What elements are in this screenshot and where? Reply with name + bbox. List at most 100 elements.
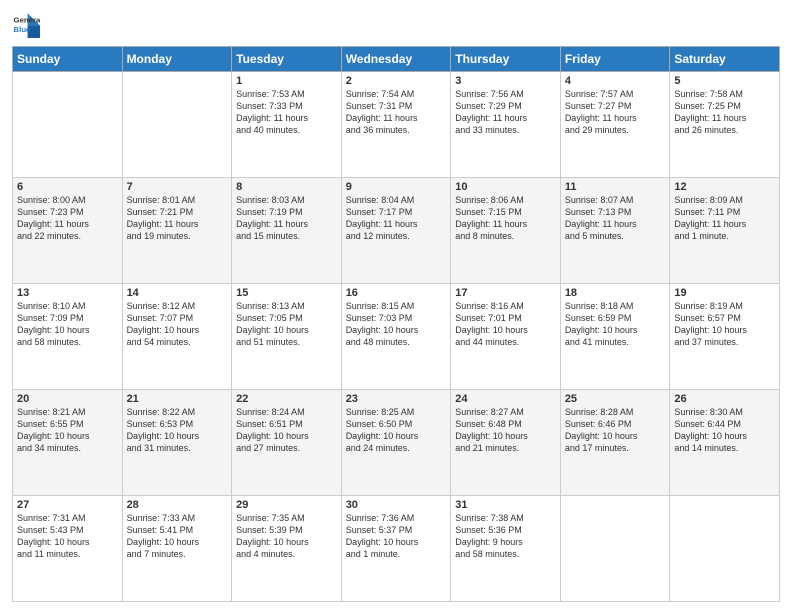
- day-info: Sunrise: 7:58 AM Sunset: 7:25 PM Dayligh…: [674, 88, 775, 137]
- day-info: Sunrise: 7:54 AM Sunset: 7:31 PM Dayligh…: [346, 88, 447, 137]
- day-info: Sunrise: 7:33 AM Sunset: 5:41 PM Dayligh…: [127, 512, 228, 561]
- day-info: Sunrise: 8:09 AM Sunset: 7:11 PM Dayligh…: [674, 194, 775, 243]
- day-number: 11: [565, 181, 666, 193]
- column-header-monday: Monday: [122, 47, 232, 72]
- day-number: 14: [127, 287, 228, 299]
- svg-text:General: General: [14, 15, 40, 24]
- day-number: 8: [236, 181, 337, 193]
- calendar-cell: 24Sunrise: 8:27 AM Sunset: 6:48 PM Dayli…: [451, 390, 561, 496]
- day-number: 2: [346, 75, 447, 87]
- calendar-cell: 27Sunrise: 7:31 AM Sunset: 5:43 PM Dayli…: [13, 496, 123, 602]
- day-info: Sunrise: 8:30 AM Sunset: 6:44 PM Dayligh…: [674, 406, 775, 455]
- page: General Blue SundayMondayTuesdayWednesda…: [0, 0, 792, 612]
- day-info: Sunrise: 8:18 AM Sunset: 6:59 PM Dayligh…: [565, 300, 666, 349]
- day-number: 6: [17, 181, 118, 193]
- day-info: Sunrise: 8:03 AM Sunset: 7:19 PM Dayligh…: [236, 194, 337, 243]
- column-header-saturday: Saturday: [670, 47, 780, 72]
- calendar-cell: 28Sunrise: 7:33 AM Sunset: 5:41 PM Dayli…: [122, 496, 232, 602]
- svg-text:Blue: Blue: [14, 25, 32, 34]
- calendar-cell: [122, 72, 232, 178]
- calendar-cell: 6Sunrise: 8:00 AM Sunset: 7:23 PM Daylig…: [13, 178, 123, 284]
- day-number: 10: [455, 181, 556, 193]
- day-info: Sunrise: 8:12 AM Sunset: 7:07 PM Dayligh…: [127, 300, 228, 349]
- day-number: 25: [565, 393, 666, 405]
- calendar-week-4: 20Sunrise: 8:21 AM Sunset: 6:55 PM Dayli…: [13, 390, 780, 496]
- day-number: 4: [565, 75, 666, 87]
- day-number: 13: [17, 287, 118, 299]
- calendar-cell: 25Sunrise: 8:28 AM Sunset: 6:46 PM Dayli…: [560, 390, 670, 496]
- calendar-cell: 26Sunrise: 8:30 AM Sunset: 6:44 PM Dayli…: [670, 390, 780, 496]
- logo-icon: General Blue: [12, 10, 40, 38]
- calendar-cell: 2Sunrise: 7:54 AM Sunset: 7:31 PM Daylig…: [341, 72, 451, 178]
- calendar-cell: 11Sunrise: 8:07 AM Sunset: 7:13 PM Dayli…: [560, 178, 670, 284]
- day-info: Sunrise: 8:10 AM Sunset: 7:09 PM Dayligh…: [17, 300, 118, 349]
- calendar-week-5: 27Sunrise: 7:31 AM Sunset: 5:43 PM Dayli…: [13, 496, 780, 602]
- day-info: Sunrise: 8:25 AM Sunset: 6:50 PM Dayligh…: [346, 406, 447, 455]
- calendar-cell: 7Sunrise: 8:01 AM Sunset: 7:21 PM Daylig…: [122, 178, 232, 284]
- calendar-cell: 4Sunrise: 7:57 AM Sunset: 7:27 PM Daylig…: [560, 72, 670, 178]
- day-number: 20: [17, 393, 118, 405]
- calendar-cell: 8Sunrise: 8:03 AM Sunset: 7:19 PM Daylig…: [232, 178, 342, 284]
- day-number: 18: [565, 287, 666, 299]
- calendar-cell: 1Sunrise: 7:53 AM Sunset: 7:33 PM Daylig…: [232, 72, 342, 178]
- day-info: Sunrise: 8:07 AM Sunset: 7:13 PM Dayligh…: [565, 194, 666, 243]
- calendar-cell: [670, 496, 780, 602]
- day-info: Sunrise: 8:16 AM Sunset: 7:01 PM Dayligh…: [455, 300, 556, 349]
- day-info: Sunrise: 8:28 AM Sunset: 6:46 PM Dayligh…: [565, 406, 666, 455]
- day-info: Sunrise: 8:01 AM Sunset: 7:21 PM Dayligh…: [127, 194, 228, 243]
- day-number: 7: [127, 181, 228, 193]
- day-number: 26: [674, 393, 775, 405]
- day-info: Sunrise: 7:57 AM Sunset: 7:27 PM Dayligh…: [565, 88, 666, 137]
- calendar-cell: 23Sunrise: 8:25 AM Sunset: 6:50 PM Dayli…: [341, 390, 451, 496]
- day-info: Sunrise: 8:15 AM Sunset: 7:03 PM Dayligh…: [346, 300, 447, 349]
- calendar-cell: 13Sunrise: 8:10 AM Sunset: 7:09 PM Dayli…: [13, 284, 123, 390]
- day-number: 24: [455, 393, 556, 405]
- day-number: 16: [346, 287, 447, 299]
- calendar-header-row: SundayMondayTuesdayWednesdayThursdayFrid…: [13, 47, 780, 72]
- day-number: 23: [346, 393, 447, 405]
- calendar-cell: 20Sunrise: 8:21 AM Sunset: 6:55 PM Dayli…: [13, 390, 123, 496]
- day-number: 22: [236, 393, 337, 405]
- calendar-table: SundayMondayTuesdayWednesdayThursdayFrid…: [12, 46, 780, 602]
- day-number: 28: [127, 499, 228, 511]
- calendar-week-1: 1Sunrise: 7:53 AM Sunset: 7:33 PM Daylig…: [13, 72, 780, 178]
- column-header-tuesday: Tuesday: [232, 47, 342, 72]
- day-info: Sunrise: 8:06 AM Sunset: 7:15 PM Dayligh…: [455, 194, 556, 243]
- day-number: 21: [127, 393, 228, 405]
- header: General Blue: [12, 10, 780, 38]
- day-number: 3: [455, 75, 556, 87]
- column-header-sunday: Sunday: [13, 47, 123, 72]
- calendar-cell: 31Sunrise: 7:38 AM Sunset: 5:36 PM Dayli…: [451, 496, 561, 602]
- day-number: 30: [346, 499, 447, 511]
- calendar-cell: 17Sunrise: 8:16 AM Sunset: 7:01 PM Dayli…: [451, 284, 561, 390]
- calendar-cell: 21Sunrise: 8:22 AM Sunset: 6:53 PM Dayli…: [122, 390, 232, 496]
- calendar-cell: 15Sunrise: 8:13 AM Sunset: 7:05 PM Dayli…: [232, 284, 342, 390]
- day-info: Sunrise: 8:22 AM Sunset: 6:53 PM Dayligh…: [127, 406, 228, 455]
- day-number: 9: [346, 181, 447, 193]
- calendar-cell: 16Sunrise: 8:15 AM Sunset: 7:03 PM Dayli…: [341, 284, 451, 390]
- day-number: 12: [674, 181, 775, 193]
- column-header-thursday: Thursday: [451, 47, 561, 72]
- calendar-cell: 22Sunrise: 8:24 AM Sunset: 6:51 PM Dayli…: [232, 390, 342, 496]
- calendar-week-2: 6Sunrise: 8:00 AM Sunset: 7:23 PM Daylig…: [13, 178, 780, 284]
- calendar-cell: 18Sunrise: 8:18 AM Sunset: 6:59 PM Dayli…: [560, 284, 670, 390]
- calendar-week-3: 13Sunrise: 8:10 AM Sunset: 7:09 PM Dayli…: [13, 284, 780, 390]
- day-info: Sunrise: 7:31 AM Sunset: 5:43 PM Dayligh…: [17, 512, 118, 561]
- day-info: Sunrise: 7:38 AM Sunset: 5:36 PM Dayligh…: [455, 512, 556, 561]
- calendar-cell: 19Sunrise: 8:19 AM Sunset: 6:57 PM Dayli…: [670, 284, 780, 390]
- day-number: 1: [236, 75, 337, 87]
- calendar-cell: 14Sunrise: 8:12 AM Sunset: 7:07 PM Dayli…: [122, 284, 232, 390]
- calendar-cell: 29Sunrise: 7:35 AM Sunset: 5:39 PM Dayli…: [232, 496, 342, 602]
- day-info: Sunrise: 8:19 AM Sunset: 6:57 PM Dayligh…: [674, 300, 775, 349]
- day-number: 15: [236, 287, 337, 299]
- column-header-wednesday: Wednesday: [341, 47, 451, 72]
- day-info: Sunrise: 8:13 AM Sunset: 7:05 PM Dayligh…: [236, 300, 337, 349]
- day-number: 27: [17, 499, 118, 511]
- day-number: 5: [674, 75, 775, 87]
- day-info: Sunrise: 8:27 AM Sunset: 6:48 PM Dayligh…: [455, 406, 556, 455]
- day-number: 17: [455, 287, 556, 299]
- day-info: Sunrise: 8:24 AM Sunset: 6:51 PM Dayligh…: [236, 406, 337, 455]
- calendar-cell: [13, 72, 123, 178]
- calendar-cell: 12Sunrise: 8:09 AM Sunset: 7:11 PM Dayli…: [670, 178, 780, 284]
- column-header-friday: Friday: [560, 47, 670, 72]
